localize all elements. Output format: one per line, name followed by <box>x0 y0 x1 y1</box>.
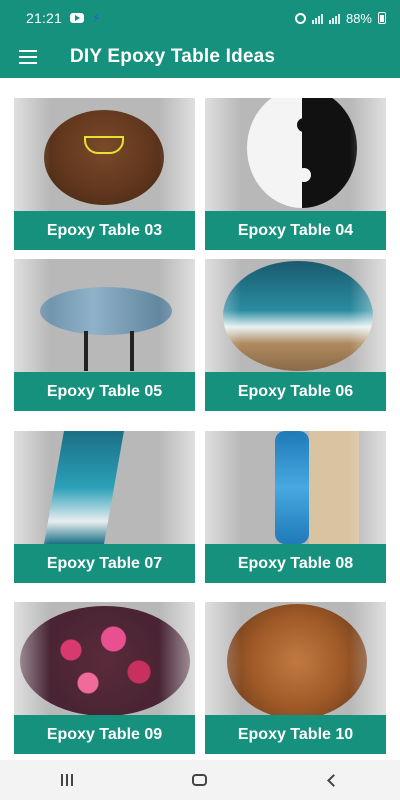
card-label[interactable]: Epoxy Table 05 <box>14 372 195 411</box>
card-label[interactable]: Epoxy Table 06 <box>205 372 386 411</box>
alarm-icon <box>294 12 306 24</box>
card-epoxy-table-04[interactable]: Epoxy Table 04 <box>205 98 386 250</box>
app-title: DIY Epoxy Table Ideas <box>70 46 276 67</box>
card-label[interactable]: Epoxy Table 08 <box>205 544 386 583</box>
bolt-icon: ⚡ <box>92 11 101 25</box>
card-epoxy-table-09[interactable]: Epoxy Table 09 <box>14 602 195 754</box>
hamburger-menu-icon[interactable] <box>0 36 56 78</box>
card-epoxy-table-10[interactable]: Epoxy Table 10 <box>205 602 386 754</box>
battery-percent: 88% <box>345 10 372 26</box>
card-label[interactable]: Epoxy Table 03 <box>14 211 195 250</box>
card-label[interactable]: Epoxy Table 09 <box>14 715 195 754</box>
recents-icon <box>60 774 73 786</box>
recents-button[interactable] <box>37 760 97 800</box>
card-label[interactable]: Epoxy Table 04 <box>205 211 386 250</box>
signal-icon-2 <box>328 13 340 24</box>
card-thumbnail[interactable] <box>205 98 386 211</box>
card-epoxy-table-07[interactable]: Epoxy Table 07 <box>14 431 195 583</box>
back-button[interactable] <box>303 760 363 800</box>
card-epoxy-table-08[interactable]: Epoxy Table 08 <box>205 431 386 583</box>
card-epoxy-table-05[interactable]: Epoxy Table 05 <box>14 259 195 411</box>
card-thumbnail[interactable] <box>14 98 195 211</box>
youtube-icon <box>70 13 85 23</box>
card-epoxy-table-06[interactable]: Epoxy Table 06 <box>205 259 386 411</box>
card-thumbnail[interactable] <box>205 259 386 372</box>
status-time: 21:21 <box>26 10 63 26</box>
card-thumbnail[interactable] <box>14 259 195 372</box>
card-thumbnail[interactable] <box>14 431 195 544</box>
battery-icon <box>378 12 386 24</box>
card-thumbnail[interactable] <box>14 602 195 715</box>
card-epoxy-table-03[interactable]: Epoxy Table 03 <box>14 98 195 250</box>
card-label[interactable]: Epoxy Table 10 <box>205 715 386 754</box>
app-bar: DIY Epoxy Table Ideas <box>0 36 400 78</box>
card-thumbnail[interactable] <box>205 431 386 544</box>
table-grid: Epoxy Table 03 Epoxy Table 04 Epoxy Tabl… <box>0 78 400 760</box>
signal-icon <box>311 13 323 24</box>
status-bar: 21:21 ⚡ 88% <box>0 0 400 36</box>
system-nav-bar <box>0 760 400 800</box>
back-icon <box>326 773 340 787</box>
home-icon <box>192 774 208 786</box>
card-thumbnail[interactable] <box>205 602 386 715</box>
home-button[interactable] <box>170 760 230 800</box>
card-label[interactable]: Epoxy Table 07 <box>14 544 195 583</box>
